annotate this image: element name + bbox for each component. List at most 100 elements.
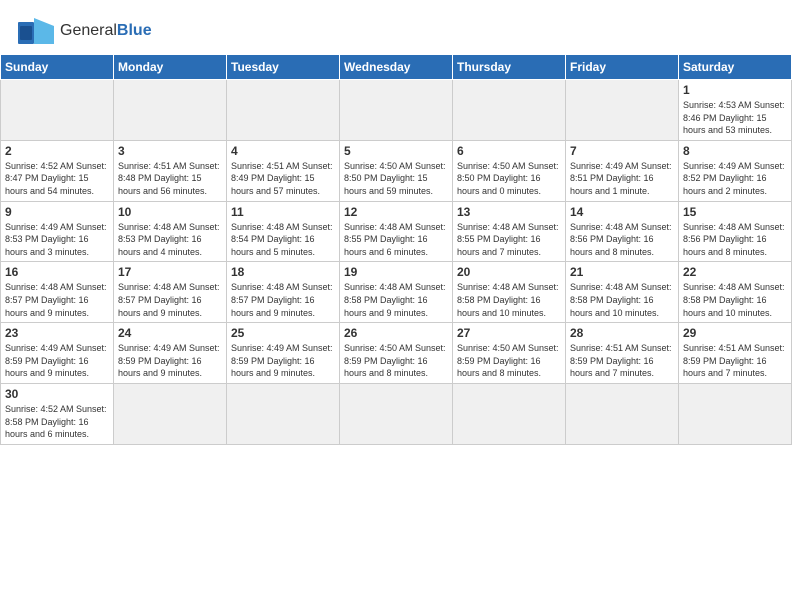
- calendar-day-cell: 8Sunrise: 4:49 AM Sunset: 8:52 PM Daylig…: [679, 140, 792, 201]
- calendar-day-cell: 14 Sunrise: 4:48 AM Sunset: 8:56 PM Dayli…: [566, 201, 679, 262]
- day-info: Sunrise: 4:50 AM Sunset: 8:59 PM Dayligh…: [344, 342, 448, 380]
- calendar-day-cell: 4 Sunrise: 4:51 AM Sunset: 8:49 PM Daylig…: [227, 140, 340, 201]
- calendar-day-cell: [227, 80, 340, 141]
- calendar-day-cell: 12 Sunrise: 4:48 AM Sunset: 8:55 PM Dayli…: [340, 201, 453, 262]
- day-info: Sunrise: 4:52 AM Sunset: 8:47 PM Dayligh…: [5, 160, 109, 198]
- day-number: 19: [344, 265, 448, 279]
- day-number: 11: [231, 205, 335, 219]
- day-info: Sunrise: 4:48 AM Sunset: 8:58 PM Dayligh…: [570, 281, 674, 319]
- day-info: Sunrise: 4:48 AM Sunset: 8:56 PM Dayligh…: [683, 221, 787, 259]
- day-of-week-header: Friday: [566, 55, 679, 80]
- day-info: Sunrise: 4:50 AM Sunset: 8:50 PM Dayligh…: [344, 160, 448, 198]
- day-info: Sunrise: 4:48 AM Sunset: 8:54 PM Dayligh…: [231, 221, 335, 259]
- day-number: 22: [683, 265, 787, 279]
- day-info: Sunrise: 4:51 AM Sunset: 8:59 PM Dayligh…: [570, 342, 674, 380]
- calendar-day-cell: 9 Sunrise: 4:49 AM Sunset: 8:53 PM Daylig…: [1, 201, 114, 262]
- day-of-week-header: Wednesday: [340, 55, 453, 80]
- calendar-day-cell: 3Sunrise: 4:51 AM Sunset: 8:48 PM Daylig…: [114, 140, 227, 201]
- day-info: Sunrise: 4:49 AM Sunset: 8:59 PM Dayligh…: [118, 342, 222, 380]
- day-number: 16: [5, 265, 109, 279]
- day-of-week-header: Monday: [114, 55, 227, 80]
- day-info: Sunrise: 4:48 AM Sunset: 8:53 PM Dayligh…: [118, 221, 222, 259]
- day-of-week-header: Tuesday: [227, 55, 340, 80]
- day-info: Sunrise: 4:48 AM Sunset: 8:57 PM Dayligh…: [118, 281, 222, 319]
- calendar-day-cell: 22 Sunrise: 4:48 AM Sunset: 8:58 PM Dayli…: [679, 262, 792, 323]
- calendar-day-cell: 16 Sunrise: 4:48 AM Sunset: 8:57 PM Dayli…: [1, 262, 114, 323]
- calendar-day-cell: [1, 80, 114, 141]
- logo: GeneralBlue: [16, 12, 152, 50]
- logo-svg: [16, 12, 56, 50]
- calendar-week-row: 30 Sunrise: 4:52 AM Sunset: 8:58 PM Dayli…: [1, 383, 792, 444]
- calendar-day-cell: 29 Sunrise: 4:51 AM Sunset: 8:59 PM Dayli…: [679, 323, 792, 384]
- calendar-day-cell: [114, 383, 227, 444]
- day-info: Sunrise: 4:48 AM Sunset: 8:55 PM Dayligh…: [344, 221, 448, 259]
- day-number: 30: [5, 387, 109, 401]
- day-number: 28: [570, 326, 674, 340]
- calendar-day-cell: 10 Sunrise: 4:48 AM Sunset: 8:53 PM Dayli…: [114, 201, 227, 262]
- calendar-day-cell: 15Sunrise: 4:48 AM Sunset: 8:56 PM Dayli…: [679, 201, 792, 262]
- day-info: Sunrise: 4:48 AM Sunset: 8:56 PM Dayligh…: [570, 221, 674, 259]
- calendar-day-cell: 24 Sunrise: 4:49 AM Sunset: 8:59 PM Dayli…: [114, 323, 227, 384]
- day-info: Sunrise: 4:51 AM Sunset: 8:59 PM Dayligh…: [683, 342, 787, 380]
- calendar-day-cell: 28 Sunrise: 4:51 AM Sunset: 8:59 PM Dayli…: [566, 323, 679, 384]
- calendar-day-cell: 11 Sunrise: 4:48 AM Sunset: 8:54 PM Dayli…: [227, 201, 340, 262]
- day-number: 17: [118, 265, 222, 279]
- day-info: Sunrise: 4:50 AM Sunset: 8:59 PM Dayligh…: [457, 342, 561, 380]
- day-number: 1: [683, 83, 787, 97]
- calendar-day-cell: 27Sunrise: 4:50 AM Sunset: 8:59 PM Dayli…: [453, 323, 566, 384]
- day-number: 26: [344, 326, 448, 340]
- day-number: 29: [683, 326, 787, 340]
- day-of-week-header: Saturday: [679, 55, 792, 80]
- day-of-week-header: Sunday: [1, 55, 114, 80]
- calendar-day-cell: 5Sunrise: 4:50 AM Sunset: 8:50 PM Daylig…: [340, 140, 453, 201]
- day-number: 21: [570, 265, 674, 279]
- calendar-week-row: 23 Sunrise: 4:49 AM Sunset: 8:59 PM Dayli…: [1, 323, 792, 384]
- day-info: Sunrise: 4:48 AM Sunset: 8:57 PM Dayligh…: [231, 281, 335, 319]
- calendar-day-cell: 13 Sunrise: 4:48 AM Sunset: 8:55 PM Dayli…: [453, 201, 566, 262]
- day-number: 23: [5, 326, 109, 340]
- day-number: 24: [118, 326, 222, 340]
- day-of-week-header: Thursday: [453, 55, 566, 80]
- day-number: 18: [231, 265, 335, 279]
- day-info: Sunrise: 4:48 AM Sunset: 8:55 PM Dayligh…: [457, 221, 561, 259]
- day-number: 3: [118, 144, 222, 158]
- day-number: 14: [570, 205, 674, 219]
- day-info: Sunrise: 4:51 AM Sunset: 8:49 PM Dayligh…: [231, 160, 335, 198]
- calendar-day-cell: 26 Sunrise: 4:50 AM Sunset: 8:59 PM Dayli…: [340, 323, 453, 384]
- day-number: 9: [5, 205, 109, 219]
- day-info: Sunrise: 4:48 AM Sunset: 8:58 PM Dayligh…: [683, 281, 787, 319]
- day-number: 7: [570, 144, 674, 158]
- calendar-day-cell: 2Sunrise: 4:52 AM Sunset: 8:47 PM Daylig…: [1, 140, 114, 201]
- day-info: Sunrise: 4:49 AM Sunset: 8:53 PM Dayligh…: [5, 221, 109, 259]
- calendar-day-cell: [114, 80, 227, 141]
- calendar-day-cell: [453, 383, 566, 444]
- day-info: Sunrise: 4:49 AM Sunset: 8:59 PM Dayligh…: [5, 342, 109, 380]
- calendar-week-row: 9 Sunrise: 4:49 AM Sunset: 8:53 PM Daylig…: [1, 201, 792, 262]
- day-info: Sunrise: 4:50 AM Sunset: 8:50 PM Dayligh…: [457, 160, 561, 198]
- day-number: 4: [231, 144, 335, 158]
- calendar-week-row: 2Sunrise: 4:52 AM Sunset: 8:47 PM Daylig…: [1, 140, 792, 201]
- day-info: Sunrise: 4:48 AM Sunset: 8:58 PM Dayligh…: [344, 281, 448, 319]
- calendar-day-cell: [453, 80, 566, 141]
- calendar-day-cell: 20Sunrise: 4:48 AM Sunset: 8:58 PM Dayli…: [453, 262, 566, 323]
- calendar-day-cell: 21 Sunrise: 4:48 AM Sunset: 8:58 PM Dayli…: [566, 262, 679, 323]
- day-number: 10: [118, 205, 222, 219]
- day-number: 13: [457, 205, 561, 219]
- calendar-day-cell: 7Sunrise: 4:49 AM Sunset: 8:51 PM Daylig…: [566, 140, 679, 201]
- day-number: 6: [457, 144, 561, 158]
- day-info: Sunrise: 4:48 AM Sunset: 8:57 PM Dayligh…: [5, 281, 109, 319]
- day-info: Sunrise: 4:48 AM Sunset: 8:58 PM Dayligh…: [457, 281, 561, 319]
- calendar-day-cell: [227, 383, 340, 444]
- calendar-day-cell: 19 Sunrise: 4:48 AM Sunset: 8:58 PM Dayli…: [340, 262, 453, 323]
- calendar-day-cell: [566, 80, 679, 141]
- calendar-day-cell: 17 Sunrise: 4:48 AM Sunset: 8:57 PM Dayli…: [114, 262, 227, 323]
- calendar-day-cell: [679, 383, 792, 444]
- day-number: 25: [231, 326, 335, 340]
- calendar-day-cell: 18 Sunrise: 4:48 AM Sunset: 8:57 PM Dayli…: [227, 262, 340, 323]
- day-info: Sunrise: 4:53 AM Sunset: 8:46 PM Dayligh…: [683, 99, 787, 137]
- calendar-day-cell: 25Sunrise: 4:49 AM Sunset: 8:59 PM Dayli…: [227, 323, 340, 384]
- day-number: 12: [344, 205, 448, 219]
- day-number: 8: [683, 144, 787, 158]
- calendar-day-cell: 1 Sunrise: 4:53 AM Sunset: 8:46 PM Daylig…: [679, 80, 792, 141]
- day-info: Sunrise: 4:52 AM Sunset: 8:58 PM Dayligh…: [5, 403, 109, 441]
